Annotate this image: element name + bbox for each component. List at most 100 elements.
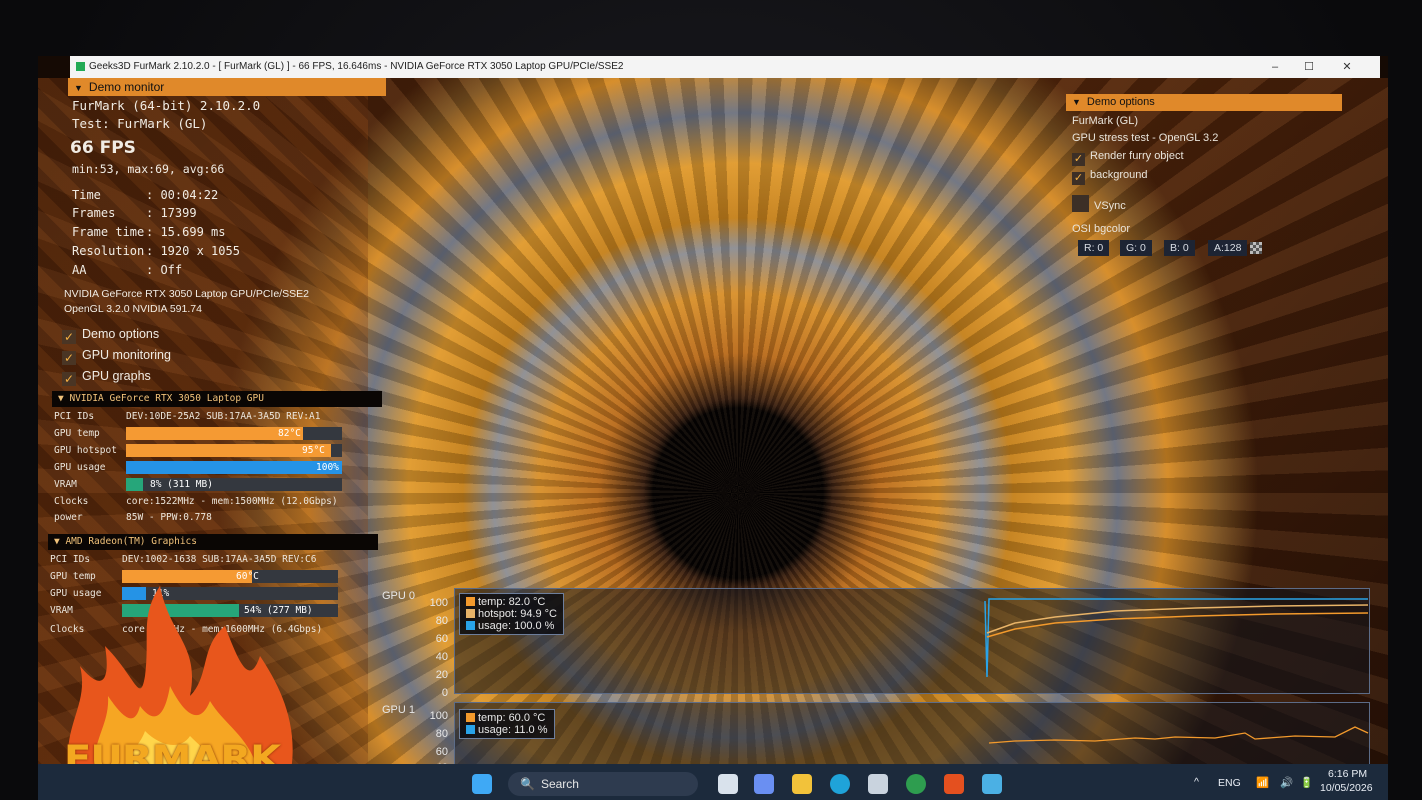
volume-icon[interactable]: 🔊 bbox=[1280, 776, 1293, 789]
gpu-temp-row: GPU temp bbox=[54, 428, 100, 439]
checkmark-icon: ✓ bbox=[62, 351, 76, 365]
screen: Geeks3D FurMark 2.10.2.0 - [ FurMark (GL… bbox=[38, 56, 1388, 800]
collapse-triangle-icon: ▼ bbox=[1072, 97, 1081, 107]
color-a-field[interactable]: A:128 bbox=[1208, 240, 1248, 256]
opengl-info: OpenGL 3.2.0 NVIDIA 591.74 bbox=[64, 303, 202, 315]
vram-row: VRAM bbox=[54, 479, 77, 490]
app-version: FurMark (64-bit) 2.10.2.0 bbox=[72, 98, 261, 113]
maximize-button[interactable]: ☐ bbox=[1294, 56, 1324, 78]
clock-time[interactable]: 6:16 PM bbox=[1328, 768, 1367, 780]
temp-line bbox=[988, 726, 1369, 744]
demo-options-checkbox[interactable]: ✓ Demo options bbox=[62, 327, 159, 344]
color-swatch[interactable] bbox=[1250, 242, 1262, 254]
vram-bar: 8% (311 MB) bbox=[126, 478, 342, 491]
legend-entry-usage: usage: 100.0 % bbox=[466, 620, 557, 632]
axis-tick: 0 bbox=[441, 687, 448, 699]
battery-icon[interactable]: 🔋 bbox=[1300, 776, 1313, 789]
demo-options-header[interactable]: ▼ Demo options bbox=[1066, 94, 1342, 111]
test-name: Test: FurMark (GL) bbox=[72, 116, 208, 131]
gpu1-label: GPU 1 bbox=[382, 704, 416, 716]
osi-bgcolor-label: OSI bgcolor bbox=[1072, 223, 1131, 235]
axis-tick: 80 bbox=[435, 615, 448, 627]
gpu-nvidia-header[interactable]: ▼ NVIDIA GeForce RTX 3050 Laptop GPU bbox=[52, 391, 382, 407]
color-g-field[interactable]: G: 0 bbox=[1120, 240, 1152, 256]
axis-tick: 60 bbox=[435, 633, 448, 645]
fps-value: 66 FPS bbox=[70, 138, 136, 158]
legend-entry-temp: temp: 60.0 °C bbox=[466, 712, 548, 724]
gpu-usage-bar: 100% bbox=[126, 461, 342, 474]
gpu-graphs-checkbox[interactable]: ✓ GPU graphs bbox=[62, 369, 151, 386]
app-taskbar-icon[interactable] bbox=[982, 774, 1002, 794]
windows-taskbar: 🔍 Search ^ ENG 📶 🔊 🔋 6:16 PM 10/05/2026 bbox=[38, 764, 1388, 800]
gpu-amd-header[interactable]: ▼ AMD Radeon(TM) Graphics bbox=[48, 534, 378, 550]
color-r-field[interactable]: R: 0 bbox=[1078, 240, 1110, 256]
chrome-icon[interactable] bbox=[906, 774, 926, 794]
window-title: Geeks3D FurMark 2.10.2.0 - [ FurMark (GL… bbox=[89, 61, 624, 72]
store-icon[interactable] bbox=[868, 774, 888, 794]
checkmark-icon: ✓ bbox=[1072, 153, 1085, 166]
checkbox-empty bbox=[1072, 195, 1089, 212]
axis-tick: 100 bbox=[429, 710, 448, 722]
demo-monitor-title: Demo monitor bbox=[88, 80, 165, 94]
minimize-button[interactable]: – bbox=[1260, 56, 1290, 78]
gpu-temp-bar: 82°C bbox=[126, 427, 342, 440]
fps-stats: min:53, max:69, avg:66 bbox=[72, 162, 225, 176]
pci-row: PCI IDs DEV:10DE-25A2 SUB:17AA-3A5D REV:A… bbox=[54, 411, 321, 422]
pci-row: PCI IDs DEV:1002-1638 SUB:17AA-3A5D REV:C… bbox=[50, 554, 317, 565]
search-icon: 🔍 bbox=[520, 777, 535, 791]
stat-row: Resolution: 1920 x 1055 bbox=[72, 244, 240, 258]
gpu-usage-row: GPU usage bbox=[54, 462, 106, 473]
tray-overflow-icon[interactable]: ^ bbox=[1194, 776, 1199, 788]
gpu-hotspot-bar: 95°C bbox=[126, 444, 342, 457]
axis-tick: 100 bbox=[429, 597, 448, 609]
gpu0-legend: temp: 82.0 °C hotspot: 94.9 °C usage: 10… bbox=[459, 593, 565, 635]
gpu1-graph: GPU 1 100 80 60 40 temp: 60.0 °C usage: … bbox=[378, 702, 1378, 774]
demo-monitor-header[interactable]: ▼ Demo monitor bbox=[68, 78, 386, 96]
legend-entry-hotspot: hotspot: 94.9 °C bbox=[466, 608, 557, 620]
power-row: power 85W - PPW:0.778 bbox=[54, 512, 212, 523]
legend-entry-usage: usage: 11.0 % bbox=[466, 724, 548, 736]
clock-date[interactable]: 10/05/2026 bbox=[1320, 782, 1373, 794]
gpu-monitoring-checkbox[interactable]: ✓ GPU monitoring bbox=[62, 348, 171, 365]
stat-row: Frame time: 15.699 ms bbox=[72, 225, 226, 239]
color-b-field[interactable]: B: 0 bbox=[1164, 240, 1195, 256]
demo-description: GPU stress test - OpenGL 3.2 bbox=[1072, 132, 1219, 144]
stat-row: AA: Off bbox=[72, 263, 183, 277]
taskbar-search[interactable]: 🔍 Search bbox=[508, 772, 698, 796]
temp-line bbox=[986, 612, 1369, 638]
copilot-icon[interactable] bbox=[754, 774, 774, 794]
gpu0-plot: temp: 82.0 °C hotspot: 94.9 °C usage: 10… bbox=[454, 588, 1370, 694]
vsync-checkbox[interactable]: VSync bbox=[1072, 195, 1126, 212]
gpu0-graph: GPU 0 100 80 60 40 20 0 temp: 82.0 °C ho… bbox=[378, 584, 1378, 704]
file-explorer-icon[interactable] bbox=[792, 774, 812, 794]
demo-options-panel: ▼ Demo options FurMark (GL) GPU stress te… bbox=[1066, 94, 1342, 454]
window-titlebar: Geeks3D FurMark 2.10.2.0 - [ FurMark (GL… bbox=[70, 56, 1380, 78]
clocks-row: Clocks core:1522MHz - mem:1500MHz (12.0Gb… bbox=[54, 496, 338, 507]
gpu-nvidia-panel: ▼ NVIDIA GeForce RTX 3050 Laptop GPU PCI… bbox=[52, 391, 382, 531]
collapse-triangle-icon: ▼ bbox=[74, 83, 83, 93]
axis-tick: 20 bbox=[435, 669, 448, 681]
edge-browser-icon[interactable] bbox=[830, 774, 850, 794]
furmark-taskbar-icon[interactable] bbox=[944, 774, 964, 794]
gpu0-label: GPU 0 bbox=[382, 590, 416, 602]
demo-name: FurMark (GL) bbox=[1072, 115, 1138, 127]
gpu-hotspot-row: GPU hotspot bbox=[54, 445, 117, 456]
task-view-icon[interactable] bbox=[718, 774, 738, 794]
wifi-icon[interactable]: 📶 bbox=[1256, 776, 1269, 789]
renderer-info: NVIDIA GeForce RTX 3050 Laptop GPU/PCIe/… bbox=[64, 288, 309, 300]
close-button[interactable]: ✕ bbox=[1332, 56, 1362, 78]
background-checkbox[interactable]: ✓ background bbox=[1072, 169, 1148, 185]
language-indicator[interactable]: ENG bbox=[1218, 777, 1241, 789]
axis-tick: 80 bbox=[435, 728, 448, 740]
hotspot-line bbox=[986, 604, 1369, 634]
stat-row: Time: 00:04:22 bbox=[72, 188, 219, 202]
gpu1-legend: temp: 60.0 °C usage: 11.0 % bbox=[459, 709, 555, 739]
checkmark-icon: ✓ bbox=[62, 330, 76, 344]
axis-tick: 40 bbox=[435, 651, 448, 663]
render-furry-checkbox[interactable]: ✓ Render furry object bbox=[1072, 150, 1184, 166]
checkmark-icon: ✓ bbox=[62, 372, 76, 386]
usage-line bbox=[984, 598, 1368, 678]
furmark-app-icon bbox=[76, 61, 85, 71]
checkmark-icon: ✓ bbox=[1072, 172, 1085, 185]
windows-start-icon[interactable] bbox=[472, 774, 492, 794]
